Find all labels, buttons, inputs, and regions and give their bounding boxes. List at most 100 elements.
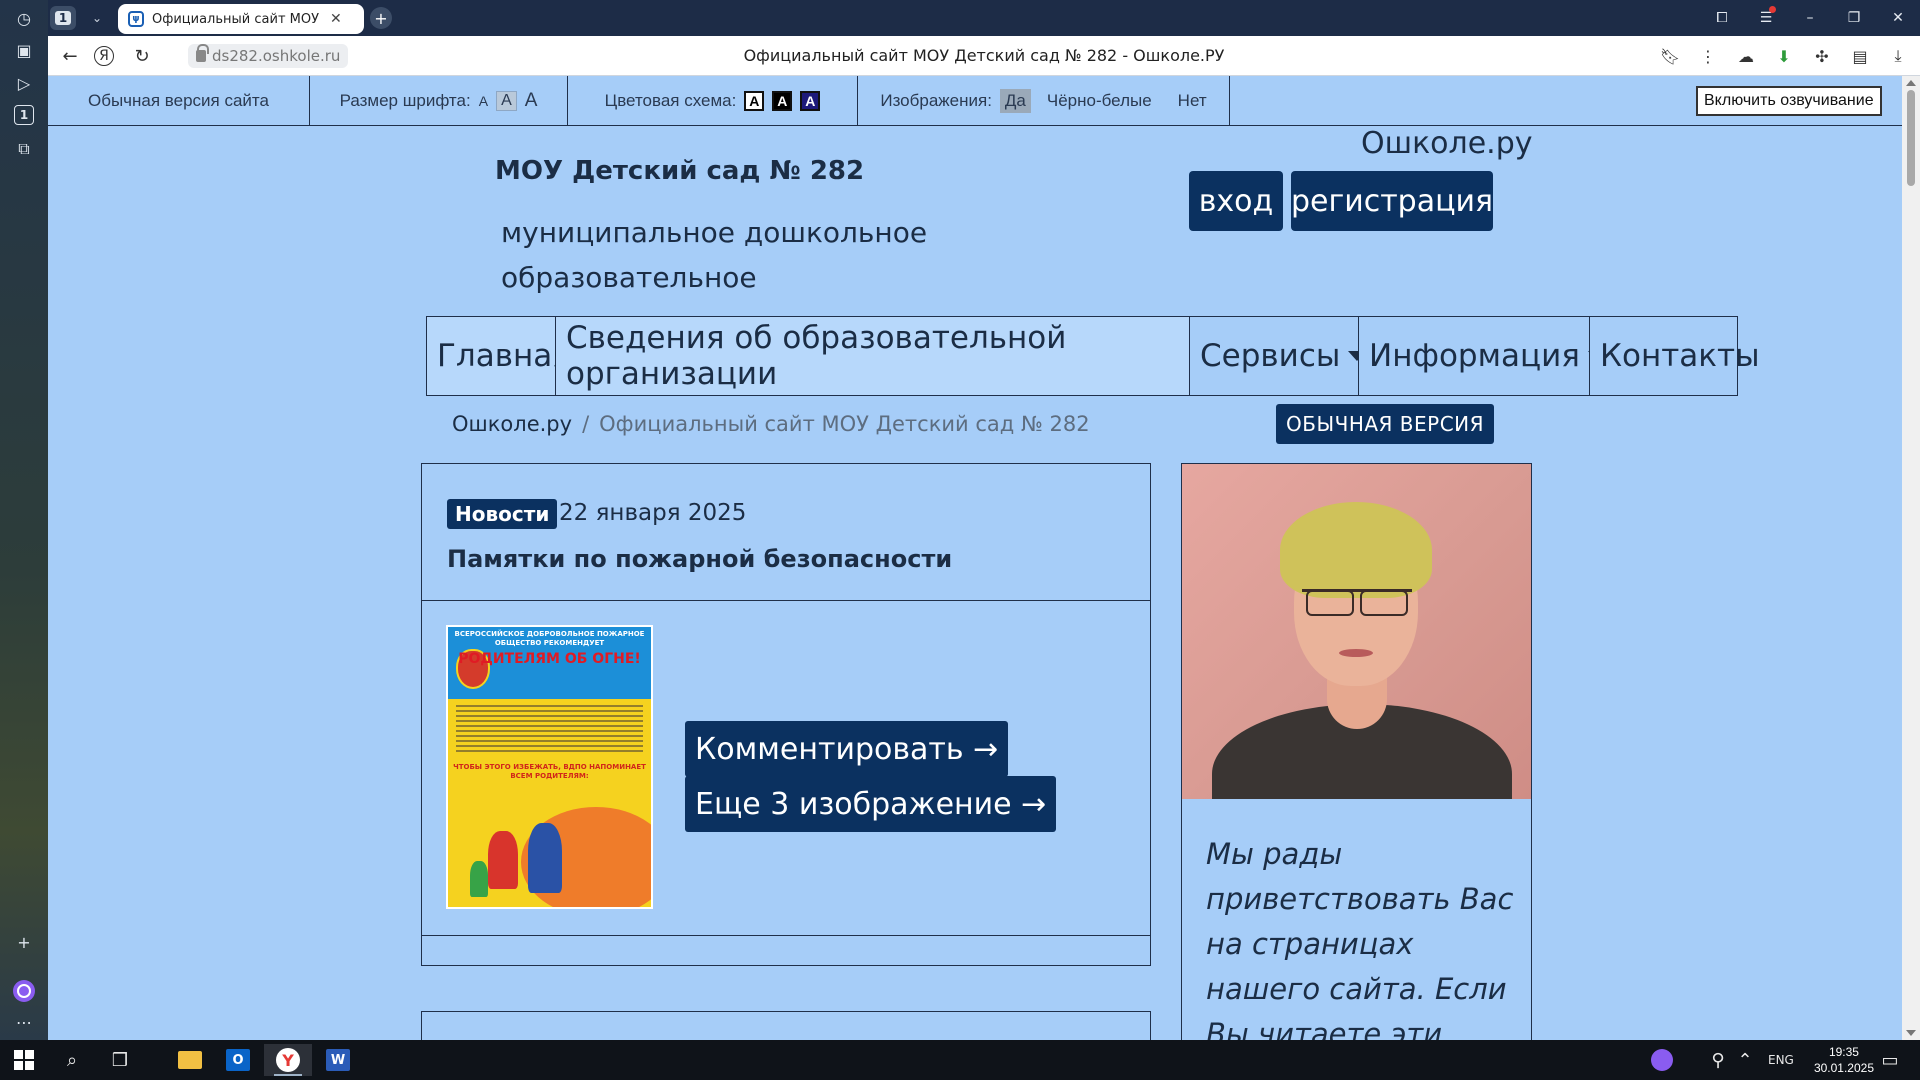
font-size-label: Размер шрифта: — [339, 91, 471, 110]
poster-line1: ВСЕРОССИЙСКОЕ ДОБРОВОЛЬНОЕ ПОЖАРНОЕ ОБЩЕ… — [454, 630, 645, 647]
close-window-button[interactable]: ✕ — [1876, 10, 1920, 26]
poster-text-lines — [456, 705, 643, 755]
close-icon[interactable]: ✕ — [330, 11, 342, 27]
collections-icon[interactable]: ▣ — [12, 38, 36, 62]
taskbar-clock[interactable]: 19:35 30.01.2025 — [1814, 1044, 1874, 1076]
news-tag[interactable]: Новости — [447, 499, 558, 529]
login-button[interactable]: вход — [1189, 171, 1283, 231]
nav-about-label: Сведения об образовательной организации — [566, 320, 1067, 392]
bookmarks-panel-icon[interactable]: ⧠ — [1700, 10, 1744, 26]
word-icon[interactable]: W — [314, 1044, 362, 1076]
alice-assistant-icon[interactable] — [13, 980, 35, 1002]
new-tab-button[interactable]: + — [370, 7, 392, 29]
notifications-icon[interactable]: ▭ — [1866, 1044, 1914, 1076]
start-button[interactable] — [0, 1044, 48, 1076]
images-control: Изображения: Да Чёрно-белые Нет — [858, 76, 1230, 126]
scroll-thumb[interactable] — [1907, 90, 1915, 186]
browser-sidebar: ◷ ▣ ▷ 1 ⧉ + ⋯ — [0, 0, 48, 1040]
news-date: 22 января 2025 — [559, 500, 747, 526]
comment-button[interactable]: Комментировать → — [685, 721, 1009, 777]
poster-father-figure — [528, 823, 562, 893]
site-favicon-icon: ψ — [128, 11, 144, 27]
director-greeting: Мы рады приветствовать Вас на страницах … — [1206, 837, 1514, 1040]
news-card: Новости 22 января 2025 Памятки по пожарн… — [421, 463, 1151, 966]
nav-contacts[interactable]: Контакты — [1590, 317, 1760, 395]
font-size-small[interactable]: A — [479, 93, 488, 109]
page-scrollbar[interactable] — [1902, 76, 1920, 1040]
news-header: Новости 22 января 2025 Памятки по пожарн… — [422, 464, 1150, 601]
extensions-icon[interactable]: ✣ — [1810, 44, 1834, 68]
breadcrumb-separator: / — [582, 412, 590, 436]
page-viewport: Обычная версия сайта Размер шрифта: A A … — [48, 76, 1902, 1040]
tab-bar: 1 ⌄ ψ Официальный сайт МОУ ✕ + ⧠ ☰ – ❐ ✕ — [48, 0, 1920, 36]
normal-version-label: Обычная версия сайта — [88, 91, 269, 110]
images-no[interactable]: Нет — [1178, 91, 1207, 111]
more-images-button[interactable]: Еще 3 изображение → — [685, 776, 1057, 832]
font-size-large[interactable]: A — [525, 90, 538, 112]
downloads-icon[interactable]: ⤓ — [1886, 44, 1910, 68]
images-bw[interactable]: Чёрно-белые — [1047, 91, 1152, 111]
task-view-icon[interactable]: ❒ — [96, 1044, 144, 1076]
collections-panel-icon[interactable]: ▤ — [1848, 44, 1872, 68]
news-poster-image[interactable]: ВСЕРОССИЙСКОЕ ДОБРОВОЛЬНОЕ ПОЖАРНОЕ ОБЩЕ… — [446, 625, 653, 909]
color-scheme-black[interactable]: A — [772, 91, 793, 111]
tray-chevron-icon[interactable]: ⌃ — [1730, 1044, 1760, 1076]
scroll-down-icon[interactable] — [1906, 1030, 1916, 1036]
color-scheme-blue[interactable]: A — [800, 91, 821, 111]
nav-services[interactable]: Сервисы — [1190, 317, 1367, 395]
tab-counter-icon[interactable]: 1 — [14, 105, 34, 125]
images-yes[interactable]: Да — [999, 89, 1031, 113]
outlook-icon[interactable]: O — [214, 1044, 262, 1076]
poster-line3: ЧТОБЫ ЭТОГО ИЗБЕЖАТЬ, ВДПО НАПОМИНАЕТ ВС… — [453, 763, 646, 780]
normal-version-link[interactable]: Обычная версия сайта — [48, 76, 310, 126]
yandex-icon[interactable]: Я — [94, 46, 114, 66]
more-options-icon[interactable]: ⋮ — [1696, 44, 1720, 68]
extension-download-icon[interactable]: ⬇ — [1772, 44, 1796, 68]
restore-button[interactable]: ❐ — [1832, 10, 1876, 26]
clock-date: 30.01.2025 — [1813, 1061, 1874, 1075]
brand-link[interactable]: Ошколе.ру — [1361, 126, 1533, 161]
media-icon[interactable]: ▷ — [12, 71, 36, 95]
poster-child-figure — [470, 861, 488, 897]
tab-groups-button[interactable]: 1 — [50, 6, 76, 30]
minimize-button[interactable]: – — [1788, 10, 1832, 26]
images-label: Изображения: — [880, 91, 992, 110]
breadcrumb-home[interactable]: Ошколе.ру — [452, 412, 572, 436]
accessibility-panel: Обычная версия сайта Размер шрифта: A A … — [48, 76, 1902, 126]
register-button[interactable]: регистрация — [1291, 171, 1493, 231]
active-tab[interactable]: ψ Официальный сайт МОУ ✕ — [118, 4, 364, 34]
more-icon[interactable]: ⋯ — [12, 1010, 36, 1034]
alice-tray-icon[interactable] — [1638, 1044, 1686, 1076]
scroll-up-icon[interactable] — [1906, 80, 1916, 86]
add-panel-icon[interactable]: + — [12, 930, 36, 954]
font-size-medium[interactable]: A — [496, 91, 517, 111]
nav-info[interactable]: Информация — [1359, 317, 1606, 395]
poster-header: ВСЕРОССИЙСКОЕ ДОБРОВОЛЬНОЕ ПОЖАРНОЕ ОБЩЕ… — [448, 627, 651, 699]
url-field[interactable]: ds282.oshkole.ru — [188, 44, 349, 68]
news-footer — [422, 935, 1150, 965]
nav-about[interactable]: Сведения об образовательной организации — [556, 317, 1190, 395]
back-button[interactable]: ← — [58, 44, 82, 68]
nav-home[interactable]: Главная — [427, 317, 571, 395]
screenshot-icon[interactable]: ⧉ — [12, 137, 36, 161]
color-scheme-white[interactable]: A — [744, 91, 765, 111]
windows-logo-icon — [14, 1050, 34, 1070]
history-icon[interactable]: ◷ — [12, 6, 36, 30]
chevron-down-icon[interactable]: ⌄ — [84, 6, 110, 30]
windows-taskbar: ⌕ ❒ O Y W ⚲ ⌃ ENG 19:35 30.01.2025 ▭ — [0, 1040, 1920, 1080]
input-language[interactable]: ENG — [1768, 1040, 1794, 1080]
file-explorer-icon[interactable] — [166, 1044, 214, 1076]
search-icon[interactable]: ⌕ — [48, 1044, 96, 1076]
speech-button[interactable]: Включить озвучивание — [1696, 86, 1882, 116]
reload-button[interactable]: ↻ — [130, 44, 154, 68]
director-photo — [1182, 464, 1531, 799]
clock-time: 19:35 — [1828, 1045, 1859, 1059]
poster-line2: РОДИТЕЛЯМ ОБ ОГНЕ! — [458, 651, 641, 667]
menu-icon[interactable]: ☰ — [1744, 6, 1788, 26]
news-title[interactable]: Памятки по пожарной безопасности — [447, 545, 952, 573]
bookmark-icon[interactable]: 🔖︎ — [1658, 44, 1682, 68]
yandex-browser-icon[interactable]: Y — [264, 1044, 312, 1076]
normal-version-button[interactable]: ОБЫЧНАЯ ВЕРСИЯ — [1276, 404, 1495, 444]
nav-info-label: Информация — [1369, 338, 1580, 374]
download-cloud-icon[interactable]: ☁ — [1734, 44, 1758, 68]
